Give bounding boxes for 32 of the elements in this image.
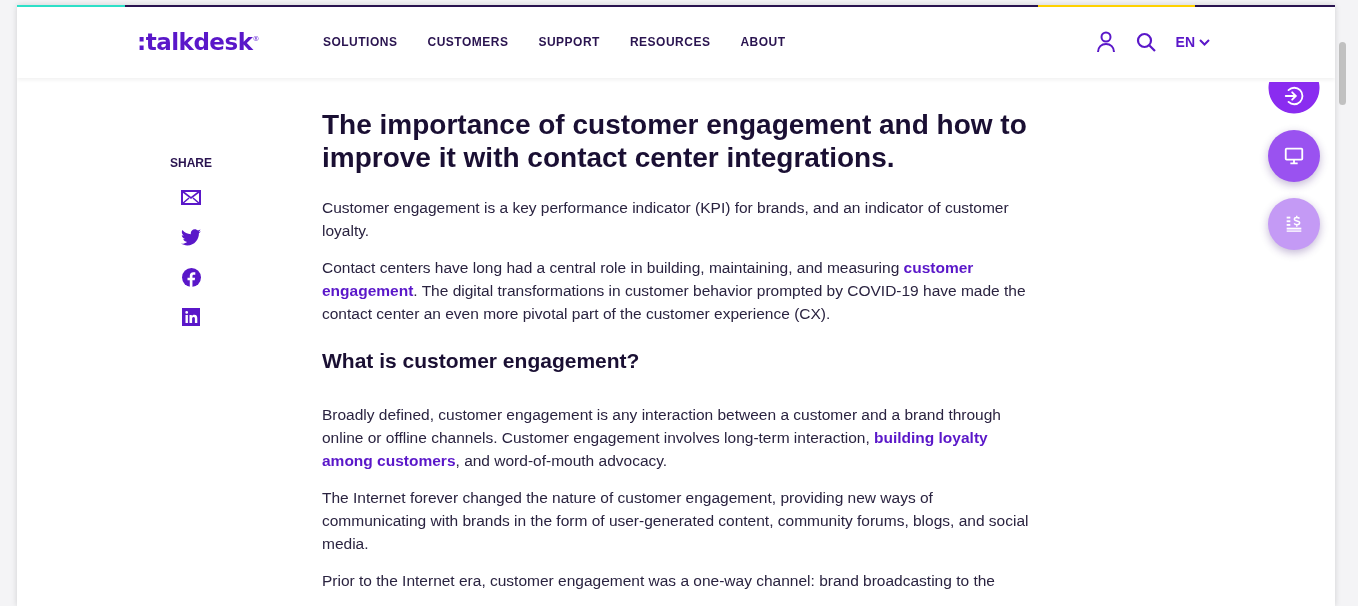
inline-link[interactable]: among customers (322, 452, 456, 469)
user-icon[interactable] (1095, 31, 1116, 54)
paragraph: Broadly defined, customer engagement is any interaction between a customer and a brand through online or offline channels. Customer engagement involves long-term interaction, building loyalty among customers, and word-of-mouth advocacy. (322, 405, 1002, 471)
language-selector[interactable]: EN (1175, 34, 1210, 51)
nav-link[interactable]: SUPPORT (538, 35, 600, 50)
inline-link[interactable]: building loyalty (874, 429, 988, 446)
facebook-icon (181, 267, 201, 287)
article-title: The importance of customer engagement and how to improve it with contact center integrations. (322, 108, 1028, 174)
share-link[interactable] (181, 306, 201, 328)
nav-link[interactable]: CUSTOMERS (427, 35, 509, 50)
email-icon (181, 189, 201, 205)
paragraph: The Internet forever changed the nature of customer engagement, providing new ways of communicating with brands in the form of user-generated content, community forums, blogs, and social media. (322, 488, 1030, 554)
bird-icon (181, 228, 201, 246)
logo[interactable]: :talkdesk$^{®}$ (137, 29, 259, 56)
monitor-icon (1283, 145, 1305, 167)
nav-link[interactable]: ABOUT (740, 35, 786, 50)
share-link[interactable] (181, 226, 201, 248)
section-heading: What is customer engagement? (322, 348, 641, 374)
inline-link[interactable]: customer (903, 259, 974, 276)
search-icon[interactable] (1135, 32, 1156, 53)
paragraph: Contact centers have long had a central role in building, maintaining, and measuring customer engagement. The digital transformations in customer behavior prompted by COVID-19 have made the contact center an even more pivotal part of the customer experience (CX). (322, 258, 1027, 324)
floating-action-button[interactable] (1268, 130, 1320, 182)
paragraph: Prior to the Internet era, customer engagement was a one-way channel: brand broadcasting to the (322, 571, 996, 591)
chevron-down-icon (1199, 38, 1210, 46)
arrow-circle-icon (1283, 85, 1305, 107)
paragraph: Customer engagement is a key performance indicator (KPI) for brands, and an indicator of customer loyalty. (322, 198, 1010, 241)
share-label: SHARE (170, 156, 212, 170)
floating-action-button[interactable] (1268, 82, 1320, 114)
nav-link[interactable]: SOLUTIONS (322, 35, 398, 50)
linkedin-icon (182, 308, 200, 326)
share-link[interactable] (181, 266, 201, 288)
nav-link[interactable]: RESOURCES (629, 35, 711, 50)
